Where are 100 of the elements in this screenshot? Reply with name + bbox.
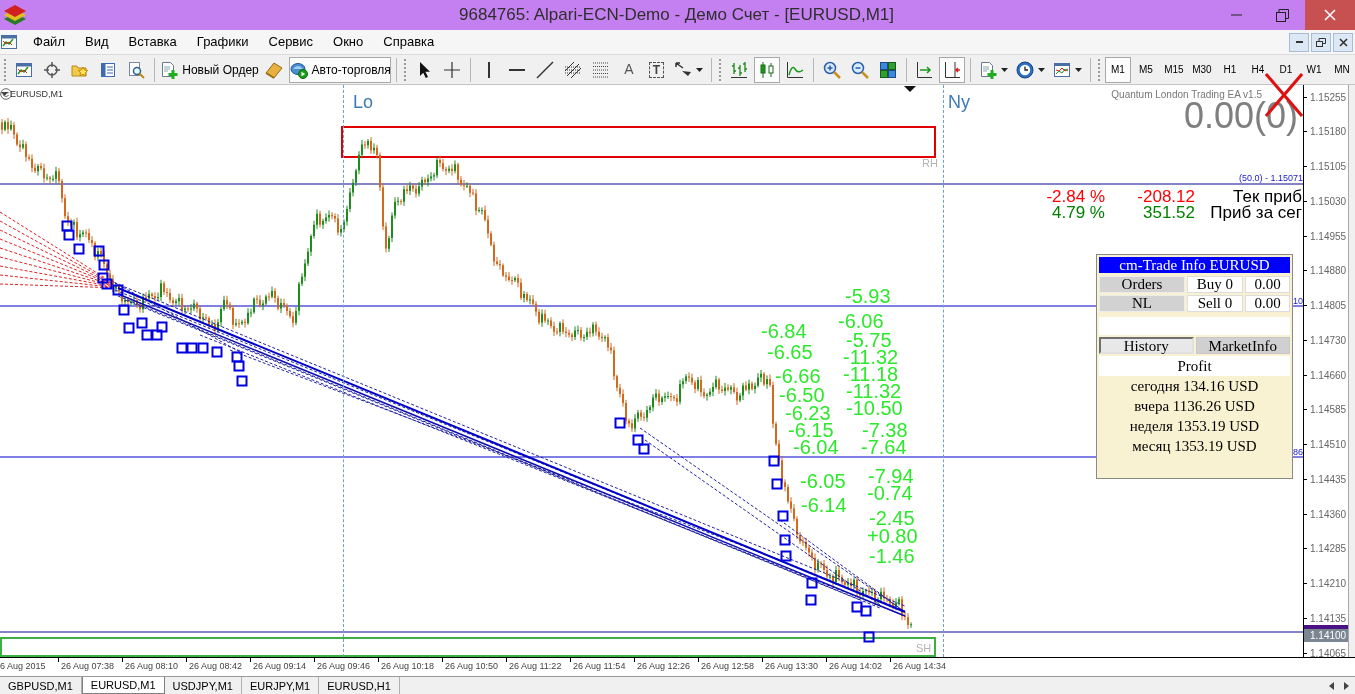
chart-tab[interactable]: GBPUSD,M1 (0, 677, 82, 694)
menu-item[interactable]: Вставка (118, 32, 187, 52)
smiley-icon (0, 88, 12, 100)
panel-button[interactable]: NL (1099, 295, 1185, 312)
line-label: 86 (1293, 447, 1303, 457)
profit-percent: -2.84 % (1045, 189, 1105, 205)
timeframe-button[interactable]: H1 (1216, 56, 1243, 83)
chart-window-icon[interactable] (0, 33, 18, 51)
child-close-button[interactable] (1333, 32, 1353, 52)
order-marker-icon (156, 321, 168, 333)
price-axis-label: 1.14805 (1310, 299, 1347, 312)
document-plus-icon (979, 60, 998, 79)
tile-windows-icon (878, 60, 897, 79)
order-marker-icon (771, 478, 783, 490)
caret-icon (1001, 67, 1009, 72)
order-marker-icon (97, 272, 109, 284)
profit-line: сегодня 134.16 USD (1129, 377, 1260, 396)
chart-tab[interactable]: EURUSD,M1 (81, 677, 165, 694)
price-axis-label: 1.14210 (1310, 577, 1347, 590)
new-order-button[interactable]: Новый Ордер (159, 56, 260, 83)
panel-tab[interactable]: MarketInfo (1195, 337, 1290, 354)
timeframe-button[interactable]: W1 (1300, 56, 1327, 83)
menu-item[interactable]: Графики (186, 32, 259, 52)
price-axis-label: 1.14730 (1310, 333, 1347, 347)
text-tool-button[interactable]: A (615, 56, 642, 83)
panel-button[interactable]: Orders (1099, 276, 1185, 293)
scroll-left-icon[interactable] (1329, 681, 1334, 690)
chart-tab[interactable]: EURJPY,M1 (241, 677, 320, 694)
order-marker-icon (211, 346, 223, 358)
child-restore-button[interactable] (1311, 32, 1331, 52)
profit-caption: Тек приб (1233, 189, 1302, 205)
order-marker-icon (777, 510, 789, 522)
trade-profit-label: -2.45 (869, 510, 915, 527)
scroll-right-icon[interactable] (1344, 681, 1349, 690)
order-marker-icon (632, 434, 644, 446)
order-marker-icon (186, 342, 198, 354)
price-axis-label: 1.15030 (1310, 194, 1347, 208)
menu-item[interactable]: Окно (323, 32, 374, 52)
timeframe-button[interactable]: D1 (1272, 56, 1299, 83)
time-axis-label: 26 Aug 12:58 (701, 660, 755, 672)
price-axis-label: 1.14065 (1310, 646, 1347, 660)
timeframe-button[interactable]: M30 (1188, 56, 1215, 83)
trade-profit-label: -10.50 (846, 400, 903, 417)
price-axis-label: 1.15180 (1310, 125, 1347, 139)
trade-profit-label: -6.14 (801, 497, 847, 514)
price-axis-label: 1.14360 (1310, 507, 1347, 521)
trade-profit-label: -11.32 (846, 383, 902, 400)
child-minimize-button[interactable] (1289, 32, 1309, 52)
candlestick-chart-button[interactable] (753, 56, 780, 83)
time-axis-label: 26 Aug 07:38 (61, 660, 115, 672)
time-axis-label: 26 Aug 12:26 (637, 660, 691, 672)
chart-shift-button[interactable] (939, 56, 966, 83)
timeframe-button[interactable]: M1 (1104, 56, 1131, 83)
order-marker-icon (141, 329, 153, 341)
horizontal-line-icon (508, 68, 525, 71)
amount-cell: 0.00 (1245, 295, 1290, 312)
auto-trading-button[interactable]: Авто-торговля (289, 56, 392, 83)
order-marker-icon (136, 317, 148, 329)
order-marker-icon (98, 259, 110, 271)
order-marker-icon (236, 375, 248, 387)
amount-cell: 0.00 (1245, 276, 1290, 293)
chart-tab[interactable]: EURUSD,H1 (319, 677, 400, 694)
session-label: Lo (353, 92, 374, 112)
time-axis-label: 26 Aug 10:50 (445, 660, 499, 672)
timeframe-button[interactable]: H4 (1244, 56, 1271, 83)
order-marker-icon (73, 243, 85, 255)
line-label: 10 (1293, 296, 1303, 306)
menu-item[interactable]: Сервис (258, 32, 324, 52)
panel-tab[interactable]: History (1099, 337, 1194, 354)
timeframe-button[interactable]: M5 (1132, 56, 1159, 83)
panel-title: cm-Trade Info EURUSD (1099, 257, 1290, 273)
order-marker-icon (851, 601, 863, 613)
dotted-lines-icon (591, 60, 610, 79)
time-axis-label: 26 Aug 14:34 (893, 660, 947, 672)
order-marker-icon (805, 594, 817, 606)
book-icon (265, 60, 284, 79)
time-axis-label: 6 Aug 2015 (0, 660, 46, 672)
time-axis-label: 26 Aug 11:54 (573, 660, 626, 672)
menu-item[interactable]: Файл (23, 32, 75, 52)
diagonal-line-icon (535, 60, 554, 79)
menu-item[interactable]: Справка (373, 32, 445, 52)
timeframe-button[interactable]: M15 (1160, 56, 1187, 83)
trade-profit-label: -11.18 (843, 366, 899, 383)
order-marker-icon (123, 322, 135, 334)
trade-profit-label: -1.46 (869, 548, 915, 565)
profit-line: неделя 1353.19 USD (1128, 417, 1261, 436)
zoom-in-icon (822, 60, 841, 79)
trade-profit-label: -6.15 (788, 422, 834, 439)
line-chart-icon (785, 60, 804, 79)
clock-icon (1016, 60, 1035, 79)
price-axis-label: 1.14585 (1310, 403, 1347, 417)
label-tool-button[interactable]: T (648, 61, 664, 78)
caret-icon (1075, 67, 1083, 72)
menu-item[interactable]: Вид (74, 32, 119, 52)
timeframe-button[interactable]: MN (1328, 56, 1355, 83)
order-marker-icon (93, 245, 105, 257)
trade-profit-label: -7.64 (861, 439, 907, 456)
chart-tab[interactable]: USDJPY,M1 (164, 677, 242, 694)
vertical-line-icon (487, 61, 490, 78)
time-axis-label: 26 Aug 09:14 (253, 660, 307, 672)
